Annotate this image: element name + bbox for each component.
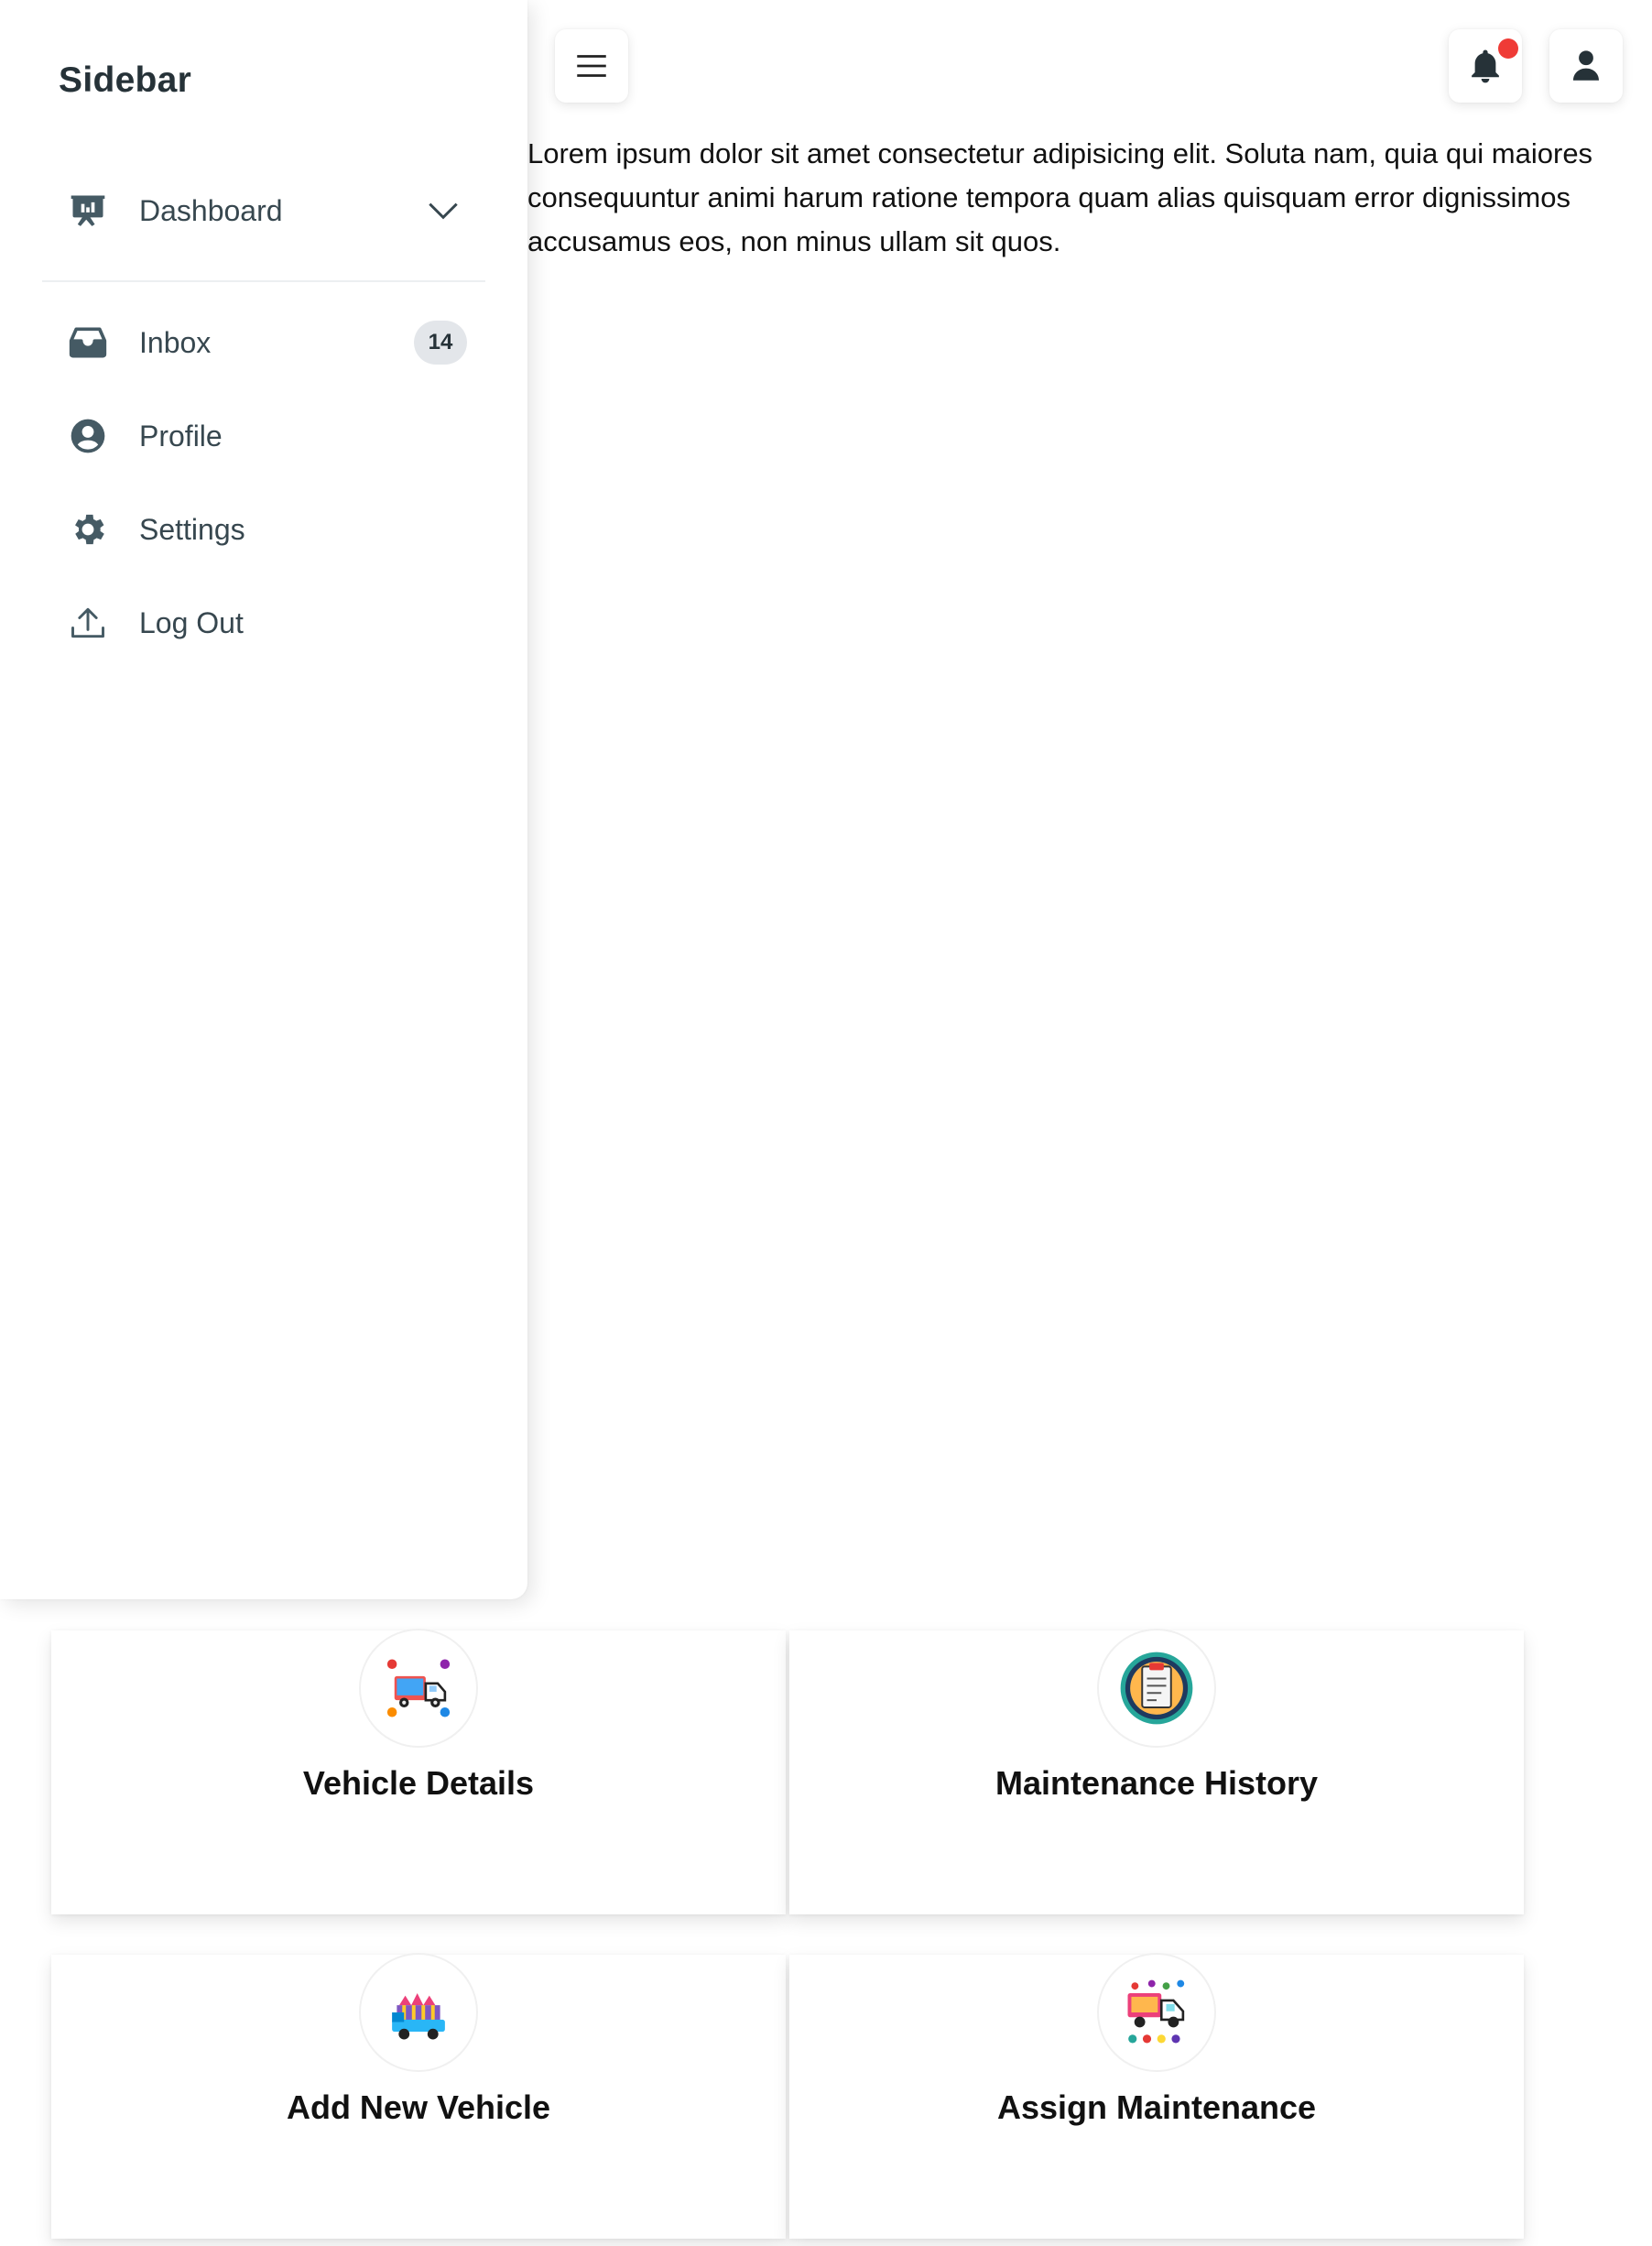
- gear-icon: [64, 506, 112, 553]
- user-icon: [1573, 50, 1599, 81]
- sidebar-item-label: Settings: [139, 512, 245, 546]
- card-icon-circle: [1097, 1629, 1216, 1748]
- inbox-icon: [64, 319, 112, 366]
- chevron-down-icon[interactable]: [423, 191, 463, 231]
- presentation-chart-icon: [64, 187, 112, 234]
- card-title: Assign Maintenance: [996, 2088, 1317, 2126]
- clipboard-icon: [1120, 1652, 1193, 1725]
- card-add-new-vehicle[interactable]: Add New Vehicle: [51, 1953, 786, 2239]
- card-title: Add New Vehicle: [286, 2088, 551, 2126]
- inbox-count-badge: 14: [414, 321, 467, 365]
- card-maintenance-history[interactable]: Maintenance History: [789, 1629, 1524, 1914]
- sidebar-title: Sidebar: [59, 60, 192, 100]
- user-circle-icon: [64, 412, 112, 460]
- card-icon-circle: [359, 1629, 478, 1748]
- card-title: Vehicle Details: [302, 1764, 535, 1802]
- sidebar-item-dashboard[interactable]: Dashboard: [40, 169, 487, 253]
- truck-assign-icon: [1127, 1979, 1185, 2044]
- notification-dot: [1498, 38, 1518, 59]
- intro-paragraph: Lorem ipsum dolor sit amet consectetur a…: [527, 137, 1593, 257]
- card-icon-circle: [359, 1953, 478, 2072]
- sidebar: Sidebar Dashboard Inbox 14 Profile Setti…: [0, 0, 527, 1599]
- menu-toggle-button[interactable]: [555, 29, 628, 103]
- notification-button[interactable]: [1449, 29, 1522, 103]
- sidebar-item-profile[interactable]: Profile: [40, 394, 487, 478]
- app-page: Sidebar Dashboard Inbox 14 Profile Setti…: [0, 0, 1652, 2246]
- truck-icon: [386, 1659, 451, 1717]
- sidebar-item-label: Inbox: [139, 325, 212, 359]
- sidebar-item-inbox[interactable]: Inbox 14: [40, 300, 487, 385]
- user-menu-button[interactable]: [1549, 29, 1623, 103]
- sidebar-divider: [42, 280, 485, 282]
- card-vehicle-details[interactable]: Vehicle Details: [51, 1629, 786, 1914]
- card-icon-circle: [1097, 1953, 1216, 2072]
- sidebar-item-logout[interactable]: Log Out: [40, 581, 487, 665]
- hamburger-menu-icon: [577, 55, 606, 77]
- upload-icon: [64, 599, 112, 647]
- card-assign-maintenance[interactable]: Assign Maintenance: [789, 1953, 1524, 2239]
- truck-add-icon: [392, 1993, 445, 2040]
- sidebar-item-label: Dashboard: [139, 193, 283, 227]
- sidebar-item-label: Profile: [139, 419, 223, 452]
- card-title: Maintenance History: [994, 1764, 1319, 1802]
- sidebar-item-settings[interactable]: Settings: [40, 487, 487, 572]
- sidebar-item-label: Log Out: [139, 605, 244, 639]
